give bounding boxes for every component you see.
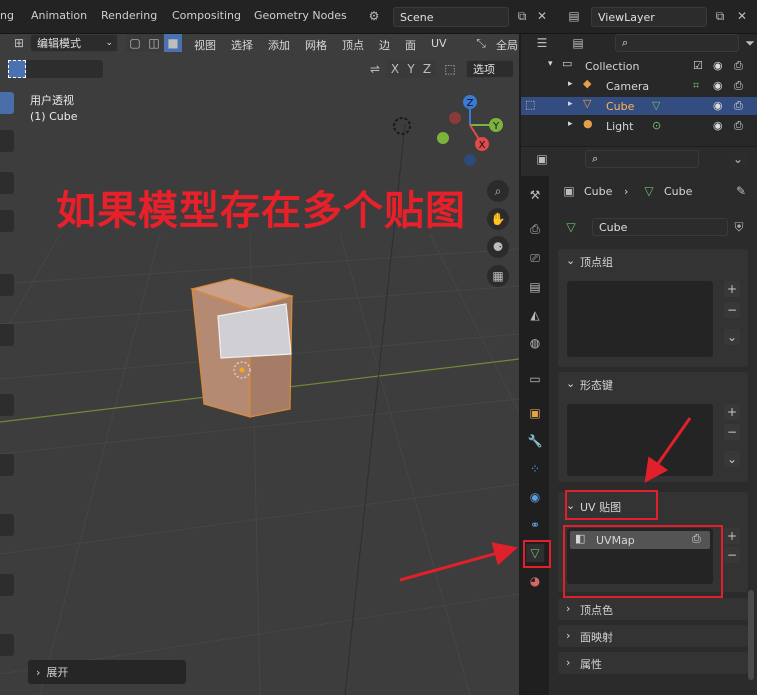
annotation-arrows xyxy=(399,417,692,582)
